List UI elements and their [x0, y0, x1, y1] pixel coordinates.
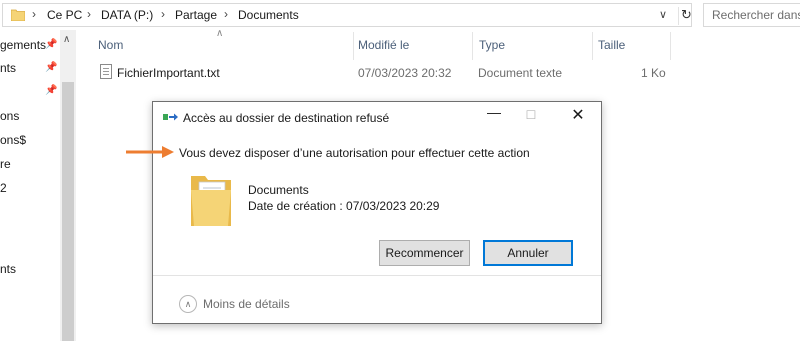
nav-scrollbar[interactable]: ∧ — [60, 30, 76, 341]
file-move-icon — [163, 113, 178, 121]
file-size: 1 Ko — [641, 66, 666, 80]
retry-button[interactable]: Recommencer — [379, 240, 470, 266]
item-creation-date: Date de création : 07/03/2023 20:29 — [248, 199, 440, 213]
pin-icon: 📌 — [45, 39, 58, 50]
text-file-icon — [100, 64, 112, 79]
file-name: FichierImportant.txt — [117, 66, 220, 80]
nav-item-nts[interactable]: nts — [0, 61, 16, 75]
nav-item-2[interactable]: 2 — [0, 181, 7, 195]
column-divider[interactable] — [670, 32, 671, 60]
dialog-title: Accès au dossier de destination refusé — [183, 111, 390, 125]
fewer-details-link[interactable]: Moins de détails — [203, 297, 290, 311]
column-divider[interactable] — [353, 32, 354, 60]
breadcrumb-data-drive[interactable]: DATA (P:) — [101, 8, 153, 22]
chevron-up-icon[interactable]: ∧ — [179, 295, 197, 313]
column-header-type[interactable]: Type — [479, 38, 505, 52]
address-bar[interactable]: › Ce PC › DATA (P:) › Partage › Document… — [2, 3, 692, 27]
column-divider[interactable] — [592, 32, 593, 60]
refresh-icon[interactable]: ↻ — [678, 7, 694, 25]
maximize-icon[interactable]: ☐ — [516, 108, 546, 130]
address-history-chevron-icon[interactable]: ∨ — [659, 8, 667, 21]
breadcrumb-separator: › — [32, 7, 36, 21]
navigation-pane: gements 📌 nts 📌 📌 ons ons$ re 2 nts ∧ — [0, 30, 76, 341]
cancel-button[interactable]: Annuler — [483, 240, 573, 266]
search-placeholder: Rechercher dans — [712, 8, 800, 22]
nav-item-ons[interactable]: ons — [0, 109, 19, 123]
file-type: Document texte — [478, 66, 563, 80]
pin-icon: 📌 — [45, 85, 58, 96]
column-divider[interactable] — [472, 32, 473, 60]
minimize-icon[interactable]: — — [479, 104, 509, 126]
sort-ascending-icon: ∧ — [216, 28, 224, 39]
column-header-modified[interactable]: Modifié le — [358, 38, 409, 52]
breadcrumb-separator: › — [224, 7, 228, 21]
address-bar-row: › Ce PC › DATA (P:) › Partage › Document… — [0, 0, 800, 30]
breadcrumb-documents[interactable]: Documents — [238, 8, 299, 22]
annotation-arrow-icon — [126, 146, 174, 158]
folder-icon — [11, 9, 25, 21]
dialog-message: Vous devez disposer d’une autorisation p… — [179, 146, 530, 160]
breadcrumb-separator: › — [87, 7, 91, 21]
dialog-footer: ∧ Moins de détails — [153, 275, 601, 323]
nav-item-ons-share[interactable]: ons$ — [0, 133, 26, 147]
breadcrumb-partage[interactable]: Partage — [175, 8, 217, 22]
breadcrumb-ce-pc[interactable]: Ce PC — [47, 8, 82, 22]
nav-item-gements[interactable]: gements — [0, 38, 46, 52]
breadcrumb-separator: › — [161, 7, 165, 21]
nav-item-re[interactable]: re — [0, 157, 11, 171]
nav-item-nts-2[interactable]: nts — [0, 262, 16, 276]
scrollbar-thumb[interactable] — [62, 82, 74, 341]
column-header-size[interactable]: Taille — [598, 38, 625, 52]
pin-icon: 📌 — [45, 62, 58, 73]
file-modified: 07/03/2023 20:32 — [358, 66, 452, 80]
column-header-name[interactable]: Nom — [98, 38, 123, 52]
access-denied-dialog: Accès au dossier de destination refusé —… — [152, 101, 602, 324]
search-input[interactable]: Rechercher dans — [703, 3, 800, 27]
open-folder-icon — [191, 176, 231, 226]
close-icon[interactable]: ✕ — [563, 105, 593, 127]
item-name: Documents — [248, 183, 309, 197]
scroll-up-icon[interactable]: ∧ — [63, 34, 70, 45]
file-row[interactable]: FichierImportant.txt 07/03/2023 20:32 Do… — [95, 62, 675, 84]
dialog-titlebar[interactable]: Accès au dossier de destination refusé —… — [153, 102, 601, 132]
